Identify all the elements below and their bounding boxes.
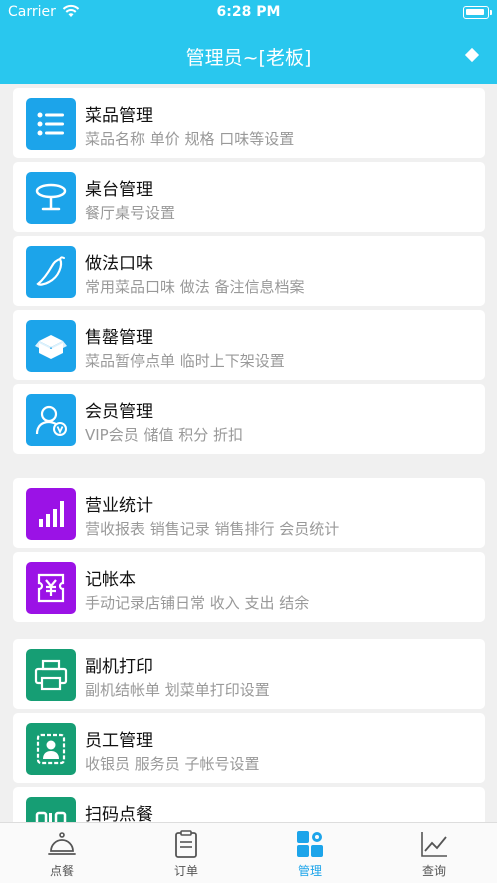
- clipboard-icon: [175, 830, 197, 858]
- page-title: 管理员~[老板]: [185, 47, 312, 69]
- menu-item-sold-out[interactable]: 售罄管理 菜品暂停点单 临时上下架设置: [13, 310, 485, 380]
- menu-item-desc: 常用菜品口味 做法 备注信息档案: [85, 278, 305, 296]
- tab-label: 点餐: [49, 864, 74, 878]
- menu-item-account-book[interactable]: 记帐本 手动记录店铺日常 收入 支出 结余: [13, 552, 485, 622]
- menu-item-title: 做法口味: [85, 254, 153, 274]
- menu-item-desc: 营收报表 销售记录 销售排行 会员统计: [85, 520, 340, 538]
- list-icon: [26, 98, 76, 150]
- tab-label: 查询: [421, 864, 446, 878]
- menu-item-table-management[interactable]: 桌台管理 餐厅桌号设置: [13, 162, 485, 232]
- menu-item-title: 桌台管理: [85, 180, 153, 200]
- tab-label: 管理: [297, 864, 322, 878]
- qr-code-icon: [26, 797, 76, 822]
- menu-item-desc: 手动记录店铺日常 收入 支出 结余: [85, 594, 310, 612]
- menu-item-title: 员工管理: [85, 731, 153, 751]
- menu-item-title: 售罄管理: [85, 328, 153, 348]
- tab-label: 订单: [173, 864, 198, 878]
- menu-item-dish-management[interactable]: 菜品管理 菜品名称 单价 规格 口味等设置: [13, 88, 485, 158]
- grid-gear-icon: [297, 831, 323, 857]
- menu-item-desc: 菜品名称 单价 规格 口味等设置: [85, 130, 295, 148]
- clock: 6:28 PM: [216, 4, 281, 20]
- box-icon: [26, 320, 76, 372]
- menu-item-desc: VIP会员 储值 积分 折扣: [85, 426, 244, 444]
- printer-icon: [26, 649, 76, 701]
- menu-item-title: 菜品管理: [85, 106, 153, 126]
- line-chart-icon: [421, 832, 447, 857]
- menu-item-desc: 收银员 服务员 子帐号设置: [85, 755, 260, 773]
- management-menu: 菜品管理 菜品名称 单价 规格 口味等设置 桌台管理 餐厅桌号设置 做法口味 常…: [0, 84, 497, 822]
- tab-bar: 点餐 订单 管理 查询: [0, 822, 497, 883]
- yen-ticket-icon: [26, 562, 76, 614]
- staff-badge-icon: [26, 723, 76, 775]
- menu-item-title: 记帐本: [85, 570, 136, 590]
- pepper-icon: [26, 246, 76, 298]
- menu-item-cooking-flavor[interactable]: 做法口味 常用菜品口味 做法 备注信息档案: [13, 236, 485, 306]
- menu-item-desc: 餐厅桌号设置: [85, 204, 176, 222]
- table-icon: [26, 172, 76, 224]
- cloche-icon: [48, 832, 76, 855]
- tab-orders[interactable]: 订单: [124, 823, 248, 883]
- tab-management[interactable]: 管理: [248, 823, 372, 883]
- menu-item-staff-management[interactable]: 员工管理 收银员 服务员 子帐号设置: [13, 713, 485, 783]
- battery-icon: [463, 6, 492, 19]
- menu-item-title: 会员管理: [85, 402, 153, 422]
- bar-chart-icon: [26, 488, 76, 540]
- menu-item-scan-order[interactable]: 扫码点餐: [13, 787, 485, 822]
- menu-item-title: 营业统计: [85, 496, 153, 516]
- menu-item-title: 扫码点餐: [85, 805, 153, 822]
- menu-item-desc: 副机结帐单 划菜单打印设置: [85, 681, 270, 699]
- nav-bar: 管理员~[老板]: [0, 28, 497, 84]
- menu-item-desc: 菜品暂停点单 临时上下架设置: [85, 352, 285, 370]
- menu-item-title: 副机打印: [85, 657, 153, 677]
- vip-user-icon: [26, 394, 76, 446]
- menu-item-secondary-print[interactable]: 副机打印 副机结帐单 划菜单打印设置: [13, 639, 485, 709]
- tab-order-food[interactable]: 点餐: [0, 823, 124, 883]
- menu-item-member-management[interactable]: 会员管理 VIP会员 储值 积分 折扣: [13, 384, 485, 454]
- menu-item-business-stats[interactable]: 营业统计 营收报表 销售记录 销售排行 会员统计: [13, 478, 485, 548]
- status-bar: Carrier 6:28 PM: [0, 0, 497, 28]
- tab-query[interactable]: 查询: [372, 823, 496, 883]
